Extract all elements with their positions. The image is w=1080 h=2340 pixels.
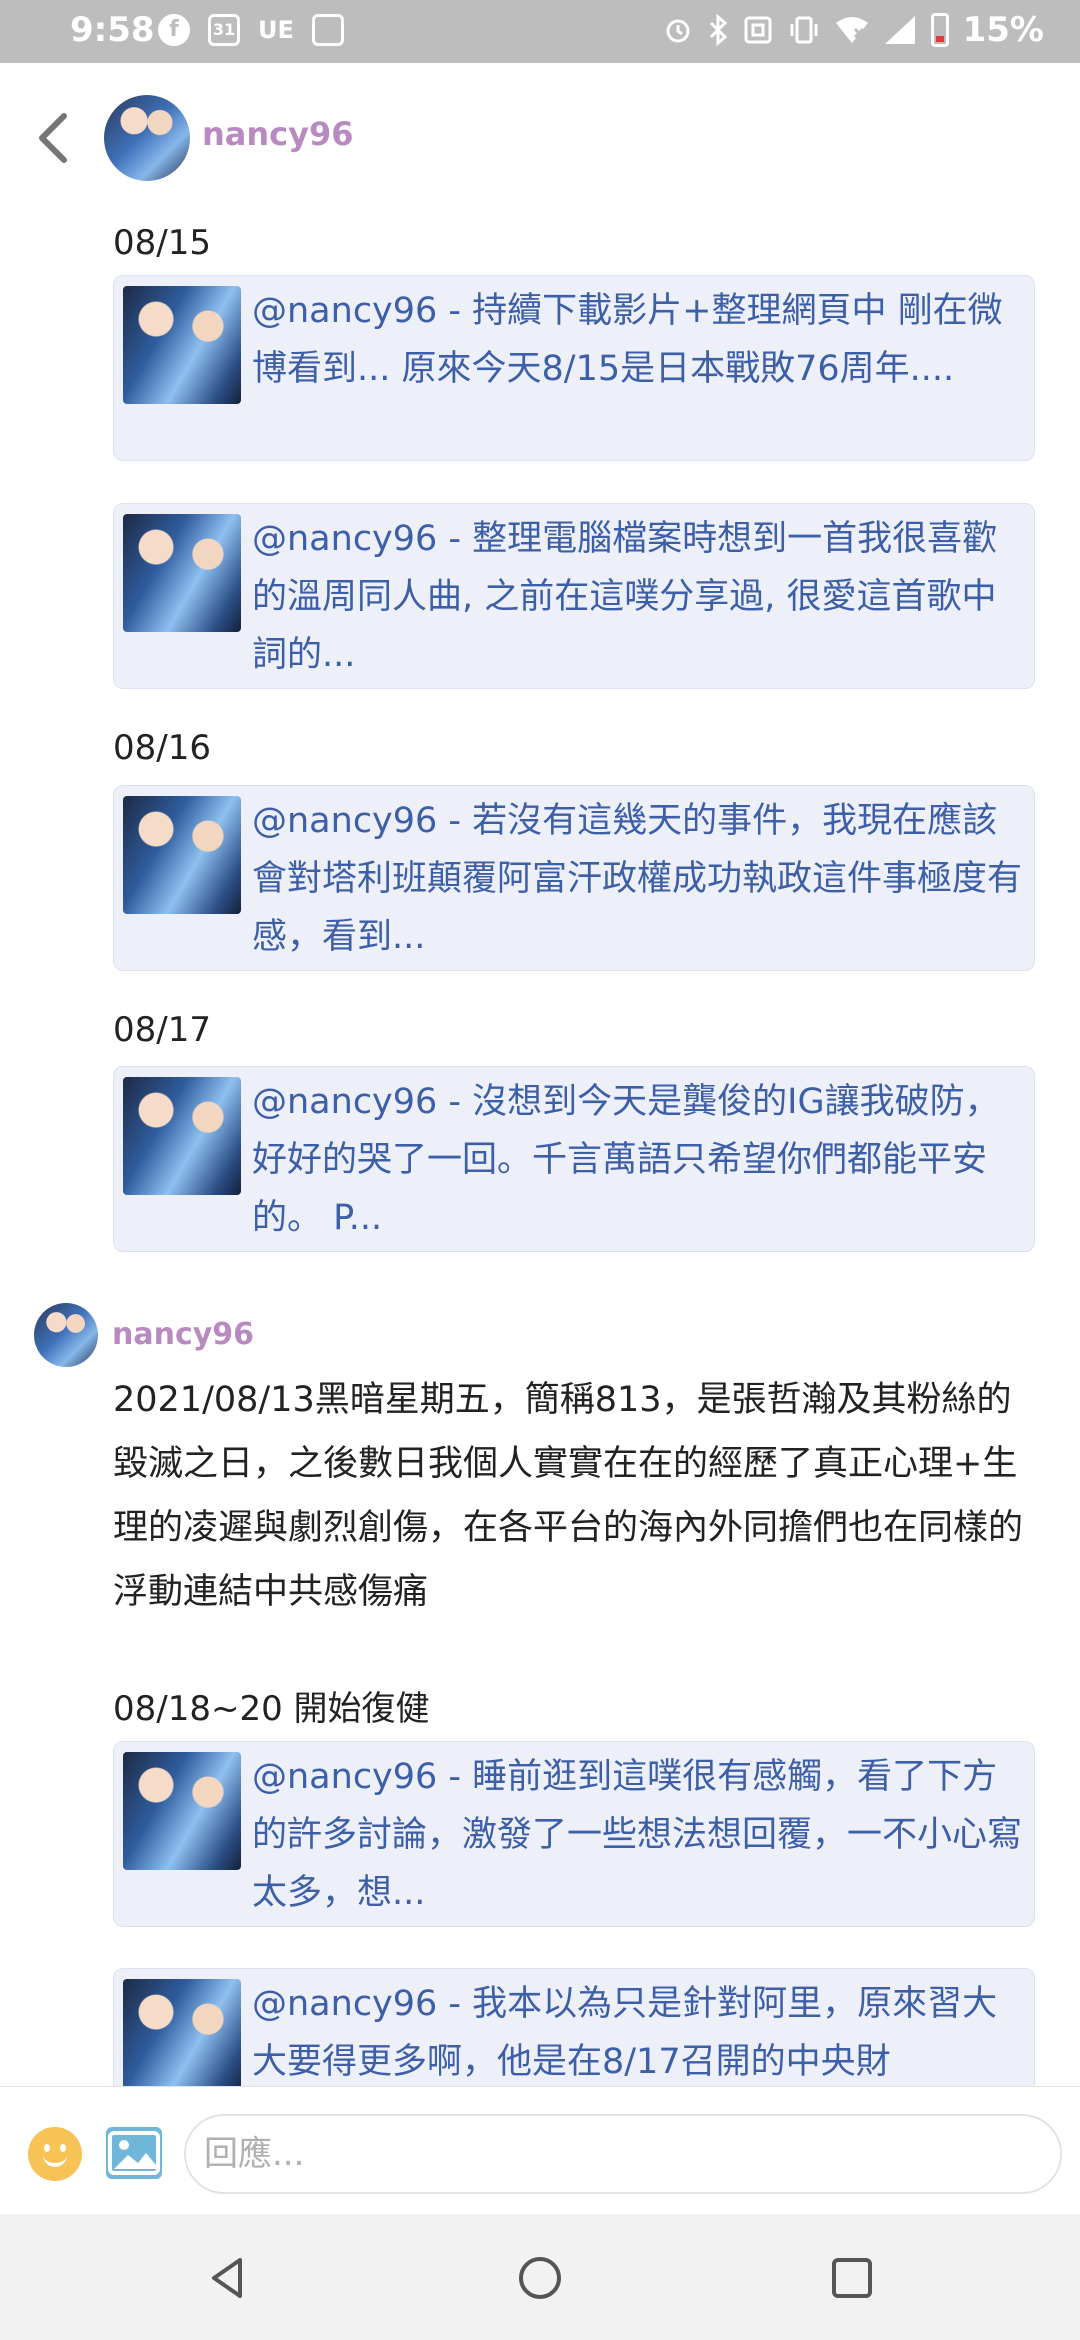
reply-input[interactable]: 回應...: [184, 2114, 1062, 2194]
quoted-plurk-thumbnail: [123, 1077, 241, 1195]
alarm-icon: [666, 19, 690, 43]
quoted-plurk-thumbnail: [123, 286, 241, 404]
system-nav-bar: [0, 2214, 1080, 2340]
emoticon-eye: [60, 2144, 66, 2152]
vibrate-icon: [790, 16, 818, 44]
calendar-icon: 31: [208, 14, 240, 46]
response-text: 2021/08/13黑暗星期五，簡稱813，是張哲瀚及其粉絲的毀滅之日，之後數日…: [113, 1380, 1024, 1612]
quoted-plurk-card[interactable]: @nancy96 - 睡前逛到這噗很有感觸，看了下方的許多討論，激發了一些想法想…: [113, 1741, 1035, 1927]
image-upload-icon: [108, 2131, 160, 2175]
section-date: 08/17: [113, 1010, 211, 1050]
quoted-plurk-text[interactable]: @nancy96 - 持續下載影片+整理網頁中 剛在微博看到... 原來今天8/…: [252, 282, 1022, 398]
back-triangle-icon[interactable]: [202, 2252, 254, 2304]
quoted-plurk-thumbnail: [123, 514, 241, 632]
system-icons: 15%: [663, 10, 1044, 50]
ue-icon: UE: [258, 16, 294, 44]
section-date: 08/18~20 開始復健: [113, 1689, 430, 1729]
quoted-plurk-thumbnail: [123, 796, 241, 914]
emoticon-button[interactable]: [28, 2127, 82, 2181]
battery-icon: [930, 13, 949, 47]
wifi-icon: [835, 17, 868, 43]
facebook-icon: f: [158, 14, 190, 46]
section-date: 08/16: [113, 728, 211, 768]
author-avatar[interactable]: [104, 95, 190, 181]
emoticon-eye: [44, 2144, 50, 2152]
battery-percent: 15%: [962, 10, 1044, 50]
quoted-plurk-card[interactable]: @nancy96 - 持續下載影片+整理網頁中 剛在微博看到... 原來今天8/…: [113, 275, 1035, 461]
recents-square-icon[interactable]: [826, 2252, 878, 2304]
status-time: 9:58: [70, 10, 155, 50]
notification-icons: f 31 UE: [158, 14, 344, 46]
plurk-thread[interactable]: 08/15 @nancy96 - 持續下載影片+整理網頁中 剛在微博看到... …: [0, 213, 1080, 2086]
emoticon-mouth: [43, 2155, 67, 2167]
quoted-plurk-text[interactable]: @nancy96 - 睡前逛到這噗很有感觸，看了下方的許多討論，激發了一些想法想…: [252, 1748, 1022, 1922]
back-arrow-icon[interactable]: [30, 108, 74, 168]
quoted-plurk-text[interactable]: @nancy96 - 沒想到今天是龔俊的IG讓我破防，好好的哭了一回。千言萬語只…: [252, 1073, 1022, 1247]
quoted-plurk-card[interactable]: @nancy96 - 若沒有這幾天的事件，我現在應該會對塔利班顛覆阿富汗政權成功…: [113, 785, 1035, 971]
response-avatar[interactable]: [34, 1303, 98, 1367]
quoted-plurk-text[interactable]: @nancy96 - 整理電腦檔案時想到一首我很喜歡的溫周同人曲, 之前在這噗分…: [252, 510, 1022, 684]
section-date: 08/15: [113, 223, 211, 263]
quoted-plurk-card[interactable]: @nancy96 - 整理電腦檔案時想到一首我很喜歡的溫周同人曲, 之前在這噗分…: [113, 503, 1035, 689]
response-username[interactable]: nancy96: [112, 1317, 254, 1352]
home-circle-icon[interactable]: [514, 2252, 566, 2304]
quoted-plurk-thumbnail: [123, 1979, 241, 2086]
quoted-plurk-text[interactable]: @nancy96 - 若沒有這幾天的事件，我現在應該會對塔利班顛覆阿富汗政權成功…: [252, 792, 1022, 966]
signal-icon: [884, 16, 915, 44]
image-icon: [311, 14, 344, 46]
image-upload-button[interactable]: [106, 2127, 162, 2179]
quoted-plurk-thumbnail: [123, 1752, 241, 1870]
author-name[interactable]: nancy96: [202, 115, 354, 153]
status-bar: 9:58 f 31 UE 15%: [0, 0, 1080, 63]
quoted-plurk-text[interactable]: @nancy96 - 我本以為只是針對阿里，原來習大大要得更多啊，他是在8/17…: [252, 1975, 1022, 2086]
response-author[interactable]: nancy96: [34, 1303, 254, 1371]
bluetooth-icon: [709, 14, 727, 46]
quoted-plurk-card[interactable]: @nancy96 - 我本以為只是針對阿里，原來習大大要得更多啊，他是在8/17…: [113, 1968, 1035, 2086]
plurk-header: nancy96: [0, 63, 1080, 213]
quoted-plurk-card[interactable]: @nancy96 - 沒想到今天是龔俊的IG讓我破防，好好的哭了一回。千言萬語只…: [113, 1066, 1035, 1252]
reply-bar: 回應...: [0, 2086, 1080, 2215]
nfc-icon: [744, 16, 772, 44]
